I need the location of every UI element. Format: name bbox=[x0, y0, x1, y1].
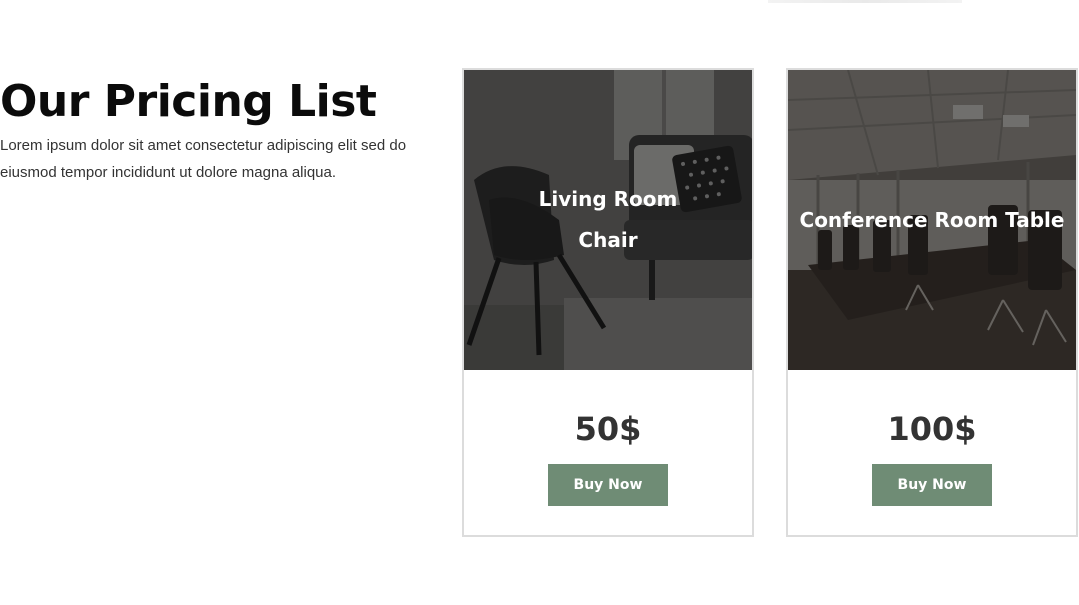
buy-now-button[interactable]: Buy Now bbox=[872, 464, 992, 506]
product-title: Conference Room Table bbox=[799, 207, 1065, 232]
buy-now-button[interactable]: Buy Now bbox=[548, 464, 668, 506]
product-price: 50$ bbox=[574, 410, 642, 448]
pricing-card-conference-room-table: Conference Room Table 100$ Buy Now bbox=[786, 68, 1078, 537]
pricing-intro: Our Pricing List Lorem ipsum dolor sit a… bbox=[0, 74, 440, 186]
conference-room-image: Conference Room Table bbox=[788, 70, 1076, 370]
page-title: Our Pricing List bbox=[0, 76, 377, 127]
product-title: Living Room Chair bbox=[538, 187, 678, 252]
pricing-card-living-room-chair: Living Room Chair 50$ Buy Now bbox=[462, 68, 754, 537]
top-decor-strip bbox=[768, 0, 962, 3]
product-price: 100$ bbox=[887, 410, 977, 448]
living-room-chair-image: Living Room Chair bbox=[464, 70, 752, 370]
intro-description: Lorem ipsum dolor sit amet consectetur a… bbox=[0, 137, 407, 181]
